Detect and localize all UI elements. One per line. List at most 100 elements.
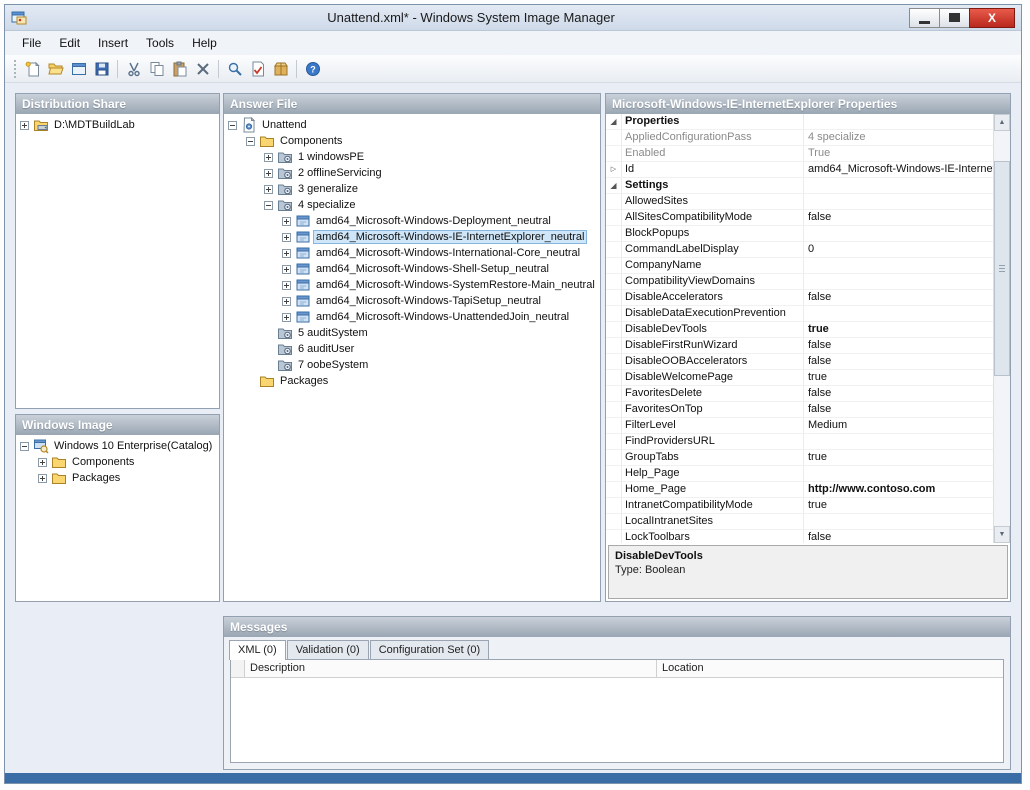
- menu-help[interactable]: Help: [183, 33, 226, 53]
- property-value[interactable]: false: [804, 210, 993, 225]
- menu-edit[interactable]: Edit: [50, 33, 89, 53]
- tree-row[interactable]: Components: [16, 454, 219, 470]
- collapse-minus-icon[interactable]: [264, 201, 273, 210]
- property-value[interactable]: [804, 434, 993, 449]
- property-value[interactable]: false: [804, 386, 993, 401]
- property-row[interactable]: FavoritesDeletefalse: [606, 386, 993, 402]
- maximize-button[interactable]: [939, 8, 969, 28]
- expand-plus-icon[interactable]: [264, 169, 273, 178]
- expand-plus-icon[interactable]: [282, 265, 291, 274]
- property-value[interactable]: false: [804, 530, 993, 543]
- property-value[interactable]: 0: [804, 242, 993, 257]
- tree-row[interactable]: D:\MDTBuildLab: [16, 117, 219, 133]
- property-value[interactable]: true: [804, 322, 993, 337]
- tree-row[interactable]: amd64_Microsoft-Windows-International-Co…: [224, 245, 600, 261]
- open-windows-image-button[interactable]: [67, 57, 90, 80]
- expand-plus-icon[interactable]: [264, 185, 273, 194]
- tree-row[interactable]: amd64_Microsoft-Windows-Deployment_neutr…: [224, 213, 600, 229]
- property-section-row[interactable]: ◢Properties: [606, 114, 993, 130]
- tree-row[interactable]: amd64_Microsoft-Windows-SystemRestore-Ma…: [224, 277, 600, 293]
- collapse-minus-icon[interactable]: [20, 442, 29, 451]
- tree-item-label[interactable]: 2 offlineServicing: [296, 167, 384, 179]
- property-value[interactable]: [804, 274, 993, 289]
- scroll-up-icon[interactable]: ▲: [994, 114, 1010, 131]
- property-row[interactable]: BlockPopups: [606, 226, 993, 242]
- section-expander-icon[interactable]: ◢: [606, 114, 622, 129]
- property-value[interactable]: false: [804, 354, 993, 369]
- tree-row[interactable]: Unattend: [224, 117, 600, 133]
- help-button[interactable]: ?: [301, 57, 324, 80]
- messages-column-location[interactable]: Location: [657, 660, 1003, 677]
- expand-plus-icon[interactable]: [282, 249, 291, 258]
- expand-plus-icon[interactable]: [38, 474, 47, 483]
- property-row[interactable]: DisableWelcomePagetrue: [606, 370, 993, 386]
- property-row[interactable]: DisableDevToolstrue: [606, 322, 993, 338]
- section-expander-icon[interactable]: ◢: [606, 178, 622, 193]
- property-row[interactable]: DisableOOBAcceleratorsfalse: [606, 354, 993, 370]
- property-value[interactable]: false: [804, 338, 993, 353]
- scrollbar-track[interactable]: [994, 131, 1010, 526]
- tree-row[interactable]: 5 auditSystem: [224, 325, 600, 341]
- tree-row[interactable]: 7 oobeSystem: [224, 357, 600, 373]
- tree-item-label[interactable]: 4 specialize: [296, 199, 357, 211]
- property-section-row[interactable]: ◢Settings: [606, 178, 993, 194]
- collapse-minus-icon[interactable]: [246, 137, 255, 146]
- property-row[interactable]: Help_Page: [606, 466, 993, 482]
- tree-item-label[interactable]: D:\MDTBuildLab: [52, 119, 137, 131]
- property-row[interactable]: CompanyName: [606, 258, 993, 274]
- validate-answer-file-button[interactable]: [246, 57, 269, 80]
- property-value[interactable]: amd64_Microsoft-Windows-IE-InternetExplo…: [804, 162, 993, 177]
- tab-xml[interactable]: XML (0): [229, 640, 286, 660]
- tab-configuration[interactable]: Configuration Set (0): [370, 640, 490, 659]
- properties-scrollbar[interactable]: ▲ ▼: [993, 114, 1010, 543]
- open-answer-file-button[interactable]: [44, 57, 67, 80]
- property-row[interactable]: EnabledTrue: [606, 146, 993, 162]
- tree-row[interactable]: Components: [224, 133, 600, 149]
- tree-item-label[interactable]: Packages: [70, 472, 122, 484]
- tree-item-label[interactable]: amd64_Microsoft-Windows-Deployment_neutr…: [314, 215, 553, 227]
- property-value[interactable]: [804, 178, 993, 193]
- tree-item-label[interactable]: amd64_Microsoft-Windows-IE-InternetExplo…: [314, 231, 586, 243]
- property-row[interactable]: CompatibilityViewDomains: [606, 274, 993, 290]
- tree-item-label[interactable]: 7 oobeSystem: [296, 359, 370, 371]
- tree-item-label[interactable]: 3 generalize: [296, 183, 360, 195]
- new-answer-file-button[interactable]: [21, 57, 44, 80]
- menu-tools[interactable]: Tools: [137, 33, 183, 53]
- tree-item-label[interactable]: amd64_Microsoft-Windows-International-Co…: [314, 247, 582, 259]
- expand-plus-icon[interactable]: [282, 313, 291, 322]
- tree-item-label[interactable]: Components: [278, 135, 344, 147]
- property-value[interactable]: Medium: [804, 418, 993, 433]
- property-row[interactable]: FindProvidersURL: [606, 434, 993, 450]
- tree-item-label[interactable]: amd64_Microsoft-Windows-UnattendedJoin_n…: [314, 311, 571, 323]
- property-row[interactable]: Home_Pagehttp://www.contoso.com: [606, 482, 993, 498]
- expand-plus-icon[interactable]: [282, 297, 291, 306]
- create-configuration-set-button[interactable]: [269, 57, 292, 80]
- property-value[interactable]: [804, 114, 993, 129]
- tree-row[interactable]: amd64_Microsoft-Windows-Shell-Setup_neut…: [224, 261, 600, 277]
- property-value[interactable]: [804, 194, 993, 209]
- tree-row[interactable]: Packages: [16, 470, 219, 486]
- save-answer-file-button[interactable]: [90, 57, 113, 80]
- tree-row[interactable]: 1 windowsPE: [224, 149, 600, 165]
- property-row[interactable]: DisableAcceleratorsfalse: [606, 290, 993, 306]
- tree-item-label[interactable]: amd64_Microsoft-Windows-Shell-Setup_neut…: [314, 263, 551, 275]
- tree-row[interactable]: amd64_Microsoft-Windows-TapiSetup_neutra…: [224, 293, 600, 309]
- title-bar[interactable]: Unattend.xml* - Windows System Image Man…: [5, 5, 1021, 31]
- tree-item-label[interactable]: amd64_Microsoft-Windows-TapiSetup_neutra…: [314, 295, 543, 307]
- property-row[interactable]: IntranetCompatibilityModetrue: [606, 498, 993, 514]
- tree-row[interactable]: amd64_Microsoft-Windows-IE-InternetExplo…: [224, 229, 600, 245]
- tree-item-label[interactable]: amd64_Microsoft-Windows-SystemRestore-Ma…: [314, 279, 597, 291]
- property-value[interactable]: true: [804, 370, 993, 385]
- cut-button[interactable]: [122, 57, 145, 80]
- property-row[interactable]: FavoritesOnTopfalse: [606, 402, 993, 418]
- tree-row[interactable]: amd64_Microsoft-Windows-UnattendedJoin_n…: [224, 309, 600, 325]
- tree-item-label[interactable]: 6 auditUser: [296, 343, 356, 355]
- expand-plus-icon[interactable]: [282, 233, 291, 242]
- property-row[interactable]: ▷Idamd64_Microsoft-Windows-IE-InternetEx…: [606, 162, 993, 178]
- tree-item-label[interactable]: Components: [70, 456, 136, 468]
- tree-item-label[interactable]: 1 windowsPE: [296, 151, 366, 163]
- tree-row[interactable]: 2 offlineServicing: [224, 165, 600, 181]
- property-row[interactable]: AllowedSites: [606, 194, 993, 210]
- property-value[interactable]: false: [804, 290, 993, 305]
- property-value[interactable]: [804, 466, 993, 481]
